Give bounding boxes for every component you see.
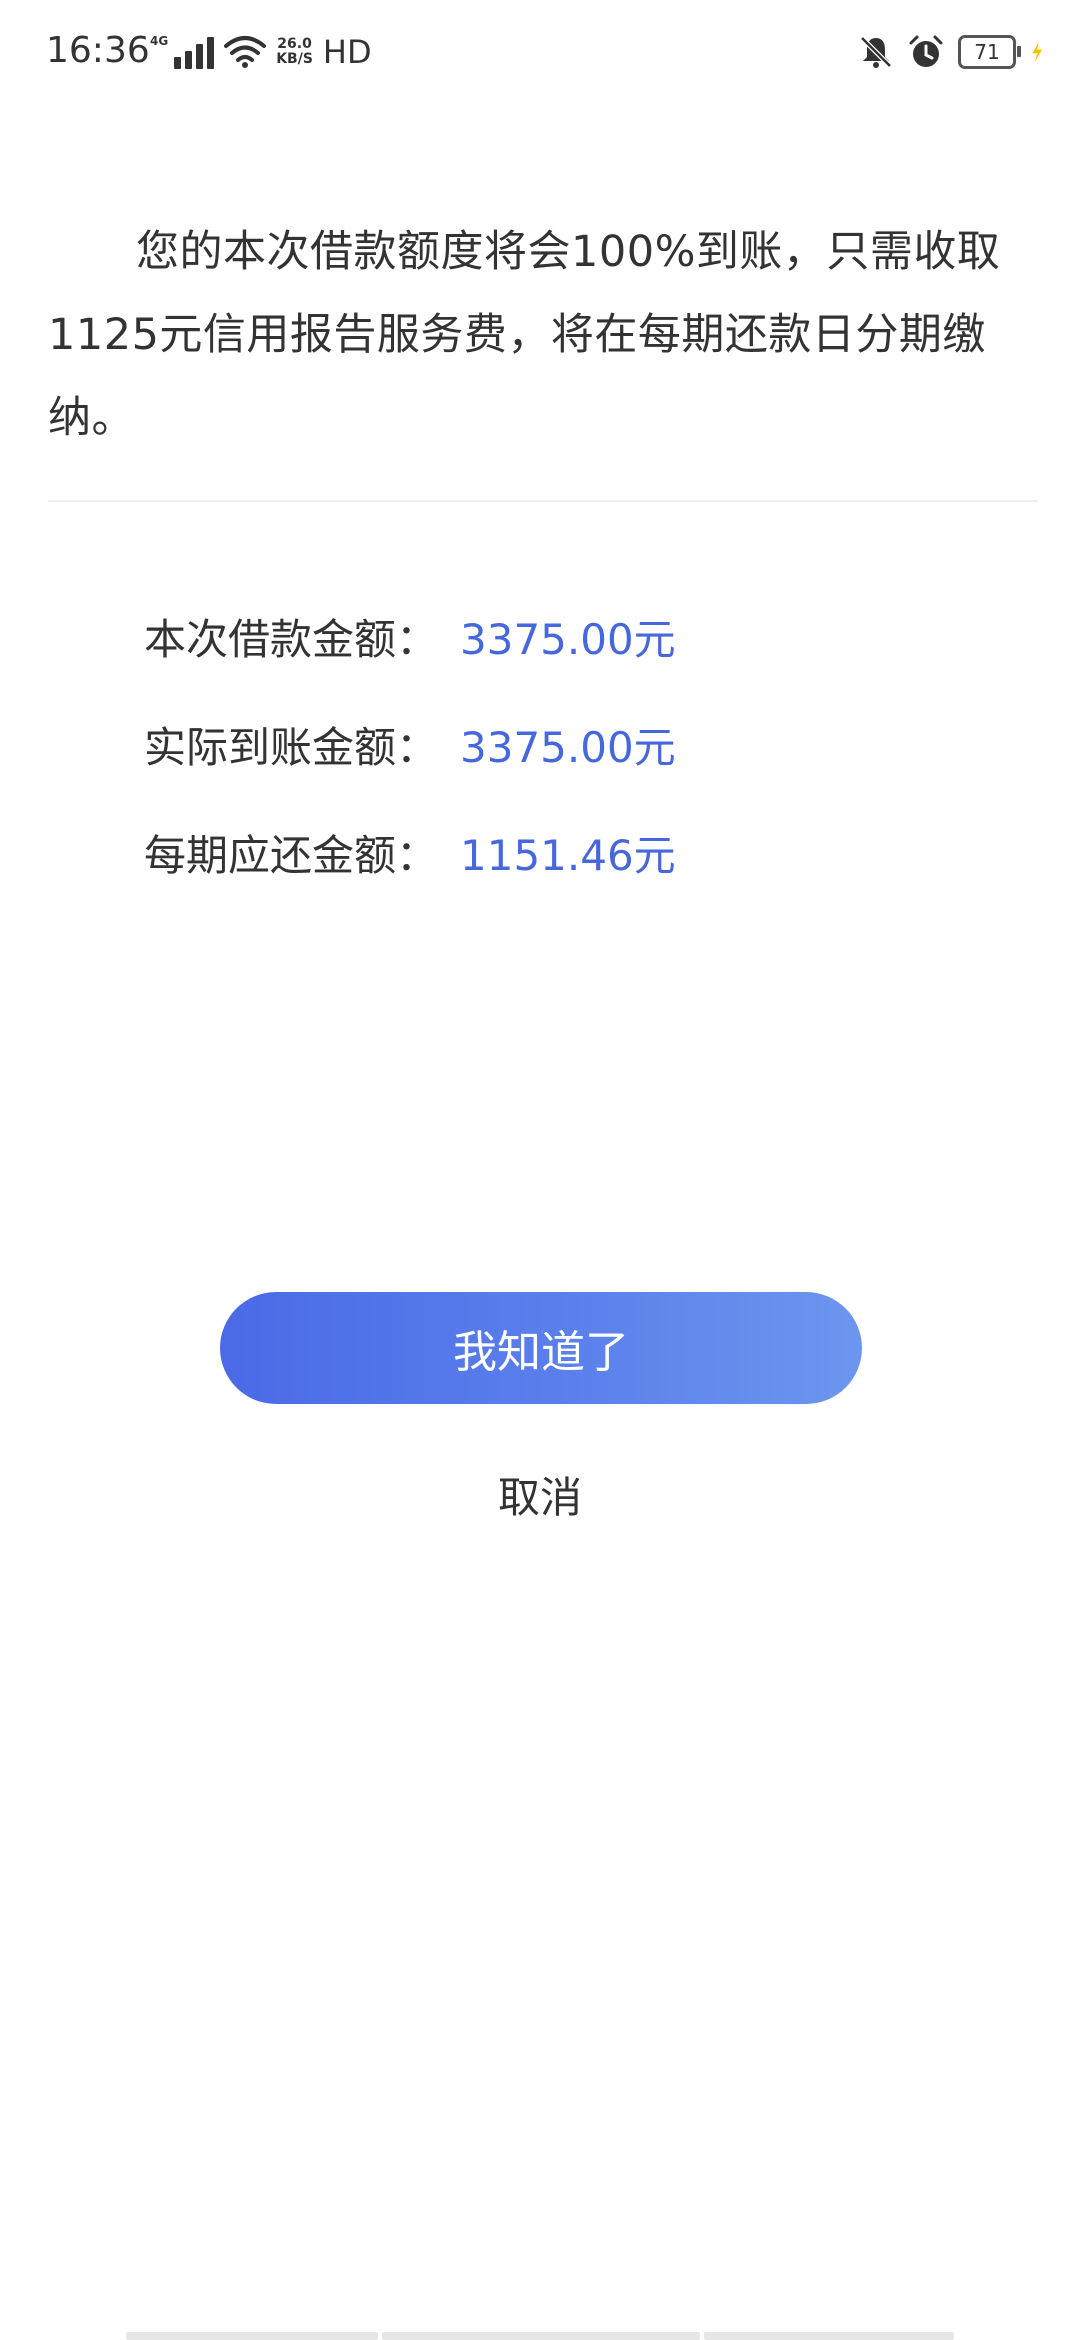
loan-amount-label: 本次借款金额： <box>144 614 439 664</box>
cancel-button[interactable]: 取消 <box>440 1462 640 1526</box>
confirm-button[interactable]: 我知道了 <box>220 1292 862 1404</box>
alarm-icon <box>909 35 943 67</box>
network-speed-value: 26.0 <box>277 36 312 52</box>
mute-notification-icon <box>860 36 892 68</box>
fee-notice-text: 您的本次借款额度将会100%到账，只需收取1125元信用报告服务费，将在每期还款… <box>48 227 1001 443</box>
bottom-bar-segment <box>126 2332 378 2340</box>
battery-level: 71 <box>974 40 1000 64</box>
bottom-bar-segment <box>382 2332 700 2340</box>
status-bar: 16:36 4G 26.0 KB/S HD 71 <box>0 0 1080 104</box>
status-right-icons: 71 <box>858 30 1052 74</box>
detail-row-loan-amount: 本次借款金额： 3375.00元 <box>144 582 1044 690</box>
signal-icon: 4G <box>150 34 215 69</box>
detail-row-received-amount: 实际到账金额： 3375.00元 <box>144 690 1044 798</box>
network-speed: 26.0 KB/S <box>276 37 313 67</box>
hd-indicator: HD <box>322 33 372 71</box>
network-speed-unit: KB/S <box>276 51 313 67</box>
battery-icon: 71 <box>958 35 1021 69</box>
detail-row-installment-amount: 每期应还金额： 1151.46元 <box>144 798 1044 906</box>
status-time: 16:36 <box>46 30 150 71</box>
bottom-navigation-bar <box>126 2332 954 2340</box>
network-type: 4G <box>150 34 169 48</box>
divider <box>48 500 1038 502</box>
loan-amount-value: 3375.00元 <box>460 614 676 664</box>
status-left-icons: 4G 26.0 KB/S HD <box>150 30 372 74</box>
received-amount-value: 3375.00元 <box>460 722 676 772</box>
received-amount-label: 实际到账金额： <box>144 722 439 772</box>
loan-fee-notice-screen: 16:36 4G 26.0 KB/S HD 71 您的本次借款额度将会100%到… <box>0 0 1080 2340</box>
charging-icon <box>1032 42 1043 62</box>
bottom-bar-segment <box>704 2332 954 2340</box>
installment-amount-value: 1151.46元 <box>460 830 676 880</box>
wifi-icon <box>224 36 267 68</box>
installment-amount-label: 每期应还金额： <box>144 830 439 880</box>
loan-details: 本次借款金额： 3375.00元 实际到账金额： 3375.00元 每期应还金额… <box>144 582 1044 906</box>
